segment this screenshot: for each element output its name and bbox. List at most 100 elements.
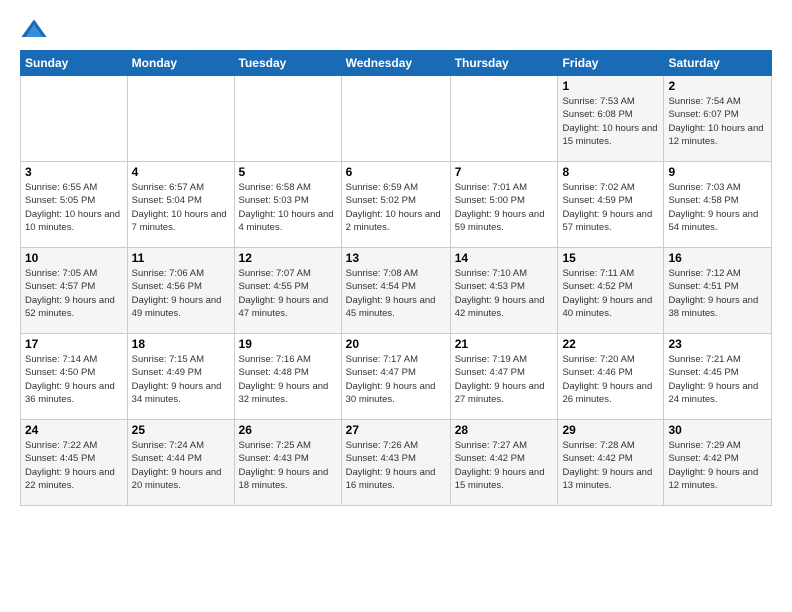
day-info: Sunrise: 7:20 AM Sunset: 4:46 PM Dayligh… [562,353,659,406]
calendar-cell: 12 Sunrise: 7:07 AM Sunset: 4:55 PM Dayli… [234,248,341,334]
day-number: 24 [25,423,123,437]
calendar-cell: 5 Sunrise: 6:58 AM Sunset: 5:03 PM Daylig… [234,162,341,248]
calendar-cell: 17 Sunrise: 7:14 AM Sunset: 4:50 PM Dayli… [21,334,128,420]
page: SundayMondayTuesdayWednesdayThursdayFrid… [0,0,792,612]
day-number: 12 [239,251,337,265]
calendar-cell: 25Sunrise: 7:24 AM Sunset: 4:44 PM Dayli… [127,420,234,506]
day-number: 26 [239,423,337,437]
calendar-cell: 22 Sunrise: 7:20 AM Sunset: 4:46 PM Dayli… [558,334,664,420]
day-number: 10 [25,251,123,265]
calendar-cell: 26 Sunrise: 7:25 AM Sunset: 4:43 PM Dayli… [234,420,341,506]
day-number: 21 [455,337,554,351]
calendar-cell: 4 Sunrise: 6:57 AM Sunset: 5:04 PM Daylig… [127,162,234,248]
day-info: Sunrise: 7:19 AM Sunset: 4:47 PM Dayligh… [455,353,554,406]
day-number: 19 [239,337,337,351]
calendar-week-row: 10 Sunrise: 7:05 AM Sunset: 4:57 PM Dayli… [21,248,772,334]
weekday-header: Thursday [450,51,558,76]
day-info: Sunrise: 7:01 AM Sunset: 5:00 PM Dayligh… [455,181,554,234]
calendar-week-row: 1 Sunrise: 7:53 AM Sunset: 6:08 PM Daylig… [21,76,772,162]
day-number: 5 [239,165,337,179]
day-info: Sunrise: 7:02 AM Sunset: 4:59 PM Dayligh… [562,181,659,234]
day-info: Sunrise: 7:03 AM Sunset: 4:58 PM Dayligh… [668,181,767,234]
day-info: Sunrise: 7:25 AM Sunset: 4:43 PM Dayligh… [239,439,337,492]
logo [20,16,52,44]
calendar-cell [234,76,341,162]
calendar-week-row: 3 Sunrise: 6:55 AM Sunset: 5:05 PM Daylig… [21,162,772,248]
calendar-cell [21,76,128,162]
calendar-cell [341,76,450,162]
weekday-header: Wednesday [341,51,450,76]
weekday-header: Monday [127,51,234,76]
calendar-cell: 24 Sunrise: 7:22 AM Sunset: 4:45 PM Dayli… [21,420,128,506]
calendar-cell: 7 Sunrise: 7:01 AM Sunset: 5:00 PM Daylig… [450,162,558,248]
calendar-cell: 21 Sunrise: 7:19 AM Sunset: 4:47 PM Dayli… [450,334,558,420]
day-info: Sunrise: 7:21 AM Sunset: 4:45 PM Dayligh… [668,353,767,406]
weekday-header: Saturday [664,51,772,76]
day-info: Sunrise: 7:24 AM Sunset: 4:44 PM Dayligh… [132,439,230,492]
weekday-header: Tuesday [234,51,341,76]
day-number: 29 [562,423,659,437]
calendar-cell: 16 Sunrise: 7:12 AM Sunset: 4:51 PM Dayli… [664,248,772,334]
calendar-cell [127,76,234,162]
day-number: 9 [668,165,767,179]
day-info: Sunrise: 7:17 AM Sunset: 4:47 PM Dayligh… [346,353,446,406]
day-info: Sunrise: 7:53 AM Sunset: 6:08 PM Dayligh… [562,95,659,148]
calendar-cell: 14 Sunrise: 7:10 AM Sunset: 4:53 PM Dayli… [450,248,558,334]
calendar-cell: 8 Sunrise: 7:02 AM Sunset: 4:59 PM Daylig… [558,162,664,248]
calendar-cell: 18 Sunrise: 7:15 AM Sunset: 4:49 PM Dayli… [127,334,234,420]
calendar-cell: 6Sunrise: 6:59 AM Sunset: 5:02 PM Daylig… [341,162,450,248]
day-info: Sunrise: 7:11 AM Sunset: 4:52 PM Dayligh… [562,267,659,320]
calendar-cell: 2 Sunrise: 7:54 AM Sunset: 6:07 PM Daylig… [664,76,772,162]
calendar-cell: 29 Sunrise: 7:28 AM Sunset: 4:42 PM Dayli… [558,420,664,506]
day-info: Sunrise: 7:12 AM Sunset: 4:51 PM Dayligh… [668,267,767,320]
day-info: Sunrise: 7:15 AM Sunset: 4:49 PM Dayligh… [132,353,230,406]
day-number: 22 [562,337,659,351]
day-info: Sunrise: 7:22 AM Sunset: 4:45 PM Dayligh… [25,439,123,492]
header [20,16,772,44]
calendar-cell: 11 Sunrise: 7:06 AM Sunset: 4:56 PM Dayli… [127,248,234,334]
day-info: Sunrise: 7:08 AM Sunset: 4:54 PM Dayligh… [346,267,446,320]
day-number: 30 [668,423,767,437]
day-number: 14 [455,251,554,265]
calendar-cell: 10 Sunrise: 7:05 AM Sunset: 4:57 PM Dayli… [21,248,128,334]
day-info: Sunrise: 7:05 AM Sunset: 4:57 PM Dayligh… [25,267,123,320]
day-info: Sunrise: 6:55 AM Sunset: 5:05 PM Dayligh… [25,181,123,234]
day-info: Sunrise: 7:06 AM Sunset: 4:56 PM Dayligh… [132,267,230,320]
calendar-cell: 27Sunrise: 7:26 AM Sunset: 4:43 PM Dayli… [341,420,450,506]
day-number: 18 [132,337,230,351]
day-info: Sunrise: 7:28 AM Sunset: 4:42 PM Dayligh… [562,439,659,492]
day-number: 2 [668,79,767,93]
day-number: 23 [668,337,767,351]
calendar-cell: 15 Sunrise: 7:11 AM Sunset: 4:52 PM Dayli… [558,248,664,334]
day-number: 28 [455,423,554,437]
day-number: 1 [562,79,659,93]
calendar-cell: 30Sunrise: 7:29 AM Sunset: 4:42 PM Dayli… [664,420,772,506]
calendar-cell: 9 Sunrise: 7:03 AM Sunset: 4:58 PM Daylig… [664,162,772,248]
day-number: 15 [562,251,659,265]
day-info: Sunrise: 7:07 AM Sunset: 4:55 PM Dayligh… [239,267,337,320]
day-info: Sunrise: 6:58 AM Sunset: 5:03 PM Dayligh… [239,181,337,234]
calendar-week-row: 17 Sunrise: 7:14 AM Sunset: 4:50 PM Dayli… [21,334,772,420]
day-number: 16 [668,251,767,265]
calendar-week-row: 24 Sunrise: 7:22 AM Sunset: 4:45 PM Dayli… [21,420,772,506]
day-number: 7 [455,165,554,179]
day-number: 11 [132,251,230,265]
weekday-header: Friday [558,51,664,76]
logo-icon [20,16,48,44]
day-number: 6 [346,165,446,179]
day-number: 4 [132,165,230,179]
calendar-table: SundayMondayTuesdayWednesdayThursdayFrid… [20,50,772,506]
day-info: Sunrise: 6:57 AM Sunset: 5:04 PM Dayligh… [132,181,230,234]
weekday-header: Sunday [21,51,128,76]
day-number: 8 [562,165,659,179]
day-info: Sunrise: 7:10 AM Sunset: 4:53 PM Dayligh… [455,267,554,320]
day-number: 3 [25,165,123,179]
calendar-cell: 19Sunrise: 7:16 AM Sunset: 4:48 PM Dayli… [234,334,341,420]
calendar-cell: 13 Sunrise: 7:08 AM Sunset: 4:54 PM Dayli… [341,248,450,334]
calendar-cell: 28Sunrise: 7:27 AM Sunset: 4:42 PM Dayli… [450,420,558,506]
day-info: Sunrise: 7:14 AM Sunset: 4:50 PM Dayligh… [25,353,123,406]
calendar-cell: 23 Sunrise: 7:21 AM Sunset: 4:45 PM Dayli… [664,334,772,420]
day-number: 13 [346,251,446,265]
day-number: 17 [25,337,123,351]
day-info: Sunrise: 7:54 AM Sunset: 6:07 PM Dayligh… [668,95,767,148]
